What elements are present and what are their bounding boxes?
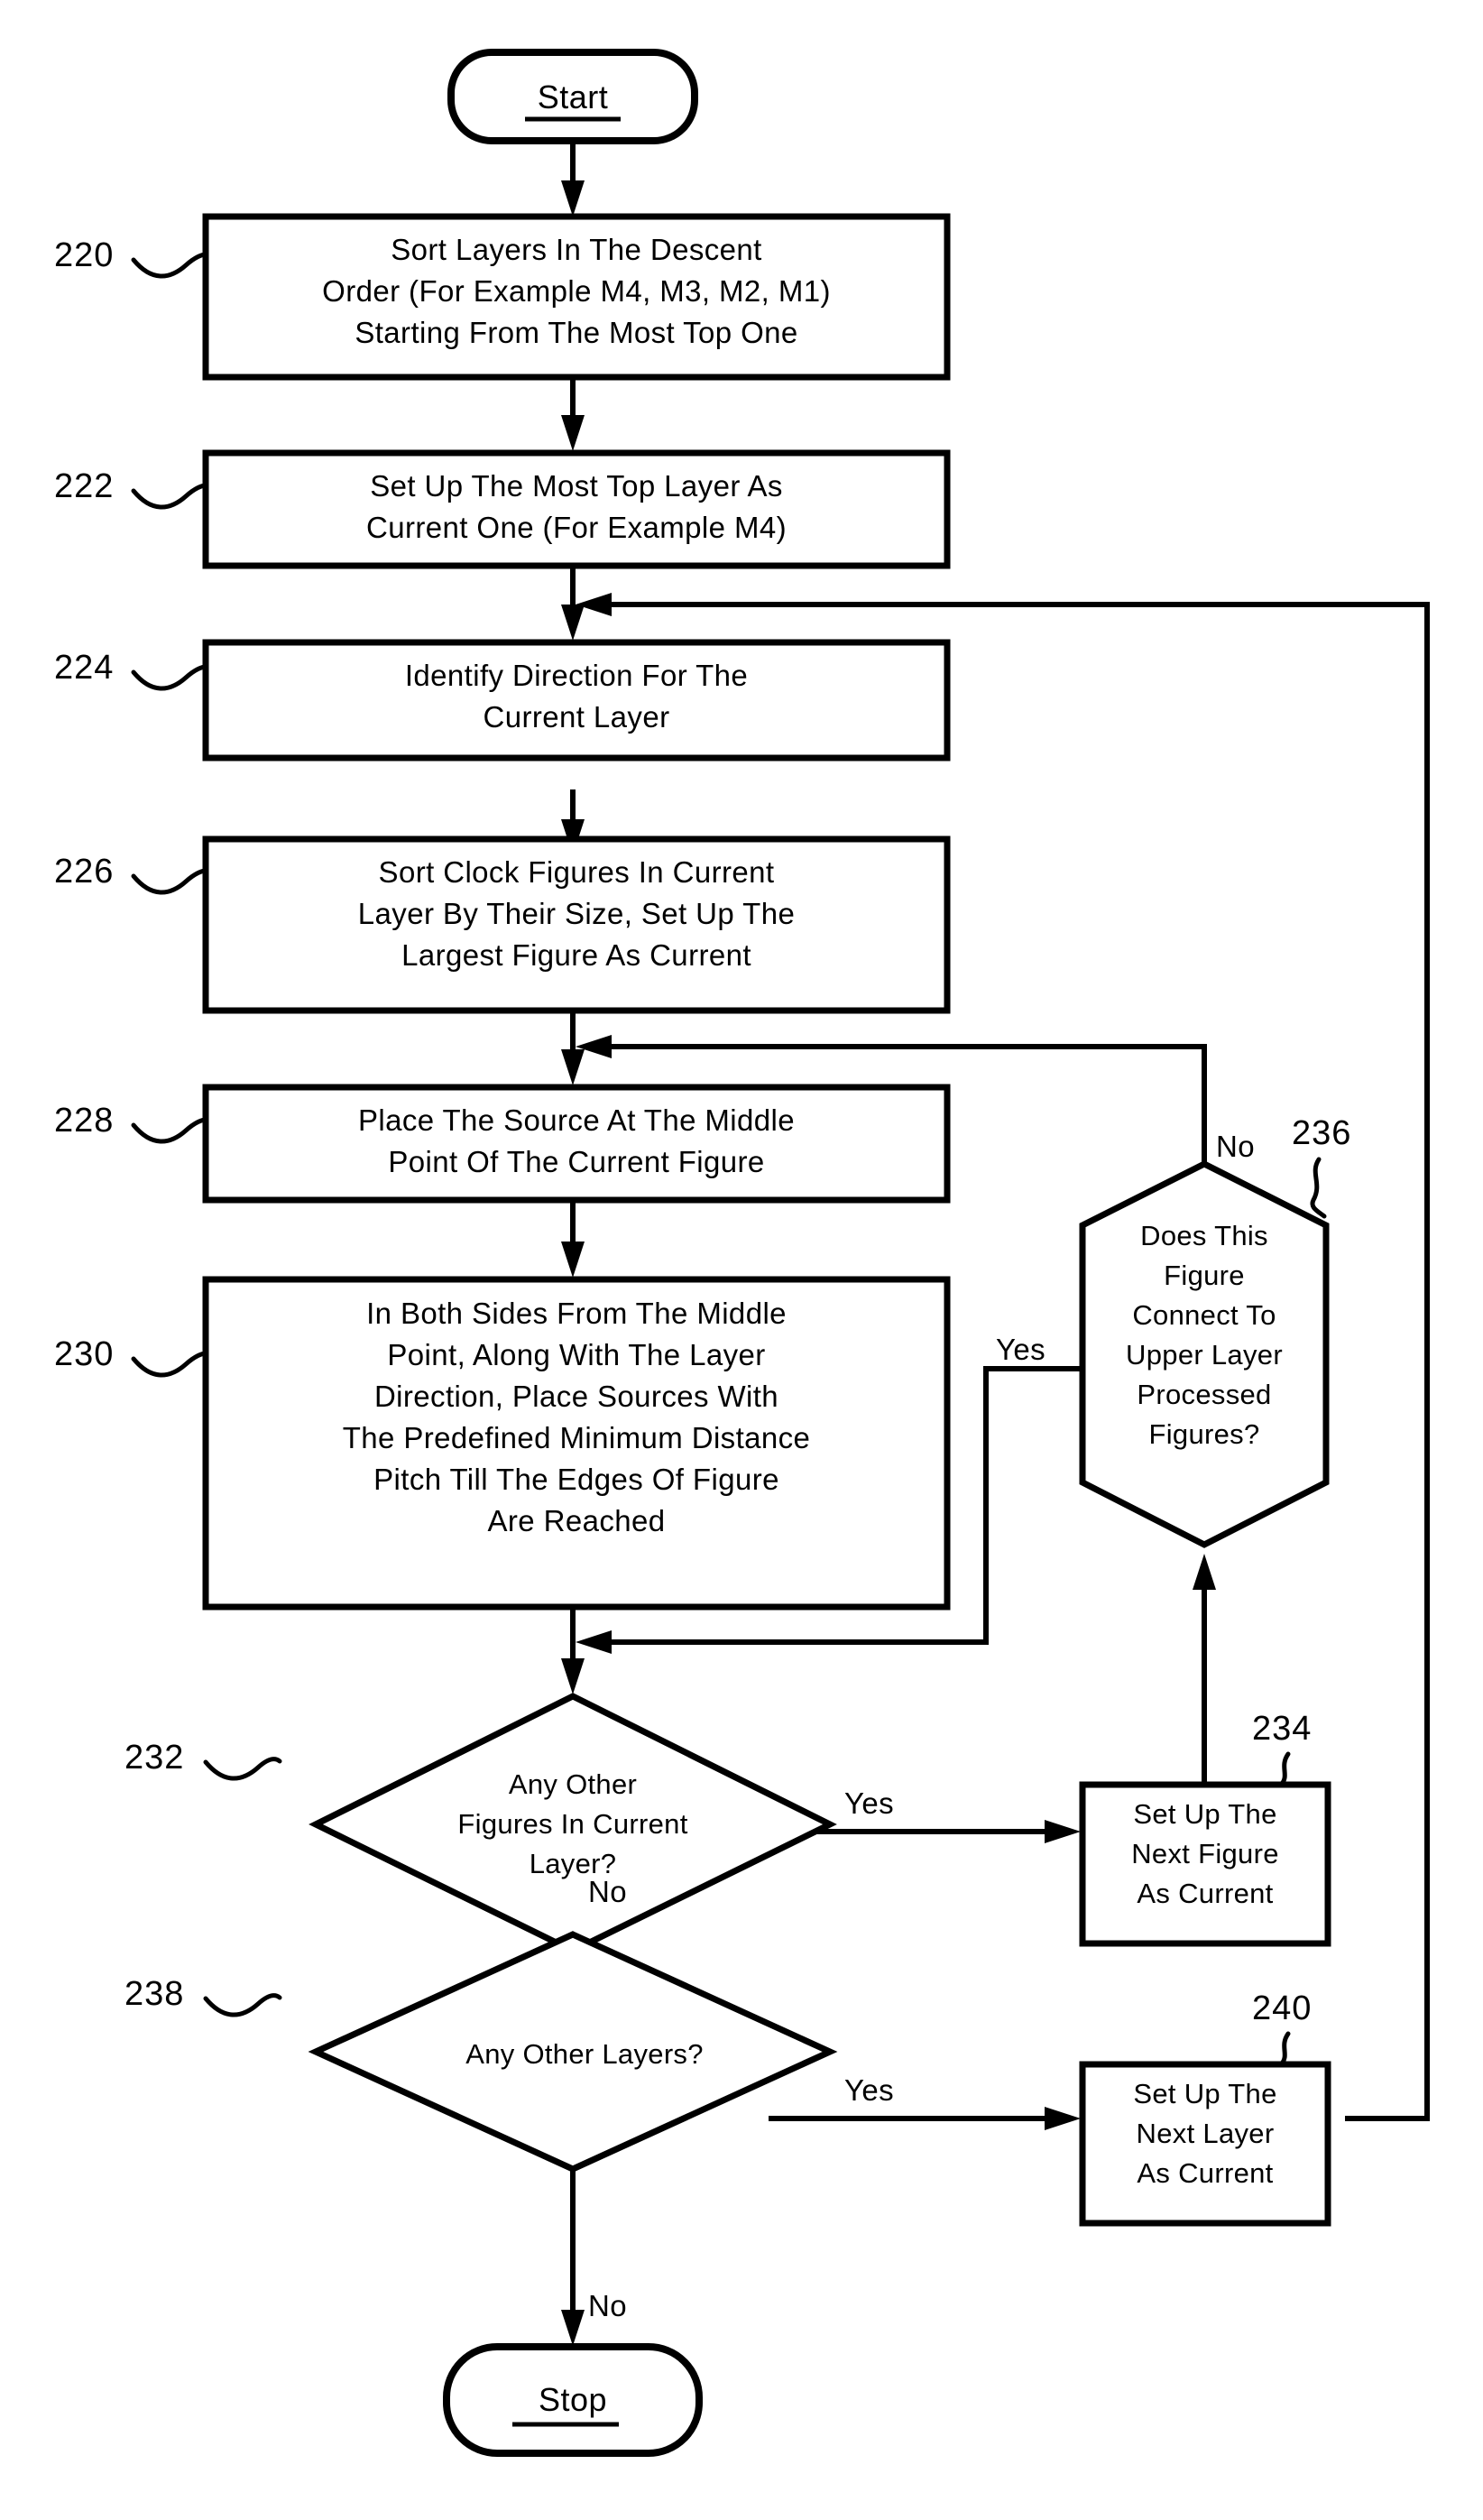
node-234: Set Up The Next Figure As Current [1079, 1781, 1331, 1947]
diamond-238-line-1: Any Other Layers? [465, 2038, 704, 2070]
ref-238-leader [203, 1993, 282, 2017]
node-222: Set Up The Most Top Layer As Current One… [202, 449, 951, 569]
box-234-line-1: Set Up The [1133, 1798, 1276, 1830]
flowchart-canvas: Start Sort Layers In The Descent Order (… [54, 49, 1430, 2457]
ref-236-number: 236 [1292, 1114, 1351, 1152]
arrowhead-232-yes-to-234 [1045, 1820, 1081, 1843]
node-240: Set Up The Next Layer As Current [1079, 2061, 1331, 2227]
arrowhead-238-no-to-stop [561, 2310, 585, 2346]
ref-220-leader [131, 252, 208, 279]
ref-224-leader [131, 664, 208, 691]
box-228-line-1: Place The Source At The Middle [358, 1103, 795, 1137]
hexagon-236-line-3: Connect To [1132, 1299, 1276, 1331]
arrowhead-236-yes-feedback [576, 1630, 612, 1654]
box-230-line-1: In Both Sides From The Middle [366, 1297, 787, 1330]
box-240-line-3: As Current [1137, 2157, 1273, 2189]
hexagon-236-line-6: Figures? [1148, 1418, 1259, 1450]
box-230-line-4: The Predefined Minimum Distance [343, 1421, 811, 1454]
node-220: Sort Layers In The Descent Order (For Ex… [202, 213, 951, 381]
hexagon-236-line-5: Processed [1137, 1379, 1271, 1410]
node-226: Sort Clock Figures In Current Layer By T… [202, 835, 951, 1014]
ref-234: 234 [1252, 1710, 1312, 1787]
box-226-line-1: Sort Clock Figures In Current [379, 855, 775, 889]
ref-232-leader [203, 1757, 282, 1781]
box-224-line-2: Current Layer [484, 700, 670, 734]
box-222-line-2: Current One (For Example M4) [366, 511, 787, 544]
arrowhead-226-to-228 [561, 1049, 585, 1085]
label-236-yes: Yes [996, 1333, 1045, 1366]
ref-222-leader [131, 483, 208, 510]
box-230-line-5: Pitch Till The Edges Of Figure [373, 1463, 779, 1496]
node-stop: Stop [443, 2343, 703, 2457]
ref-228-number: 228 [54, 1102, 114, 1140]
arrowhead-start-to-220 [561, 180, 585, 217]
ref-226-leader [131, 868, 208, 895]
arrowhead-228-to-230 [561, 1242, 585, 1278]
box-230-line-2: Point, Along With The Layer [387, 1338, 765, 1371]
box-230-line-6: Are Reached [487, 1504, 665, 1537]
label-232-yes: Yes [844, 1786, 894, 1820]
box-234-line-3: As Current [1137, 1878, 1273, 1909]
arrowhead-234-to-236 [1193, 1554, 1216, 1590]
box-234-line-2: Next Figure [1131, 1838, 1279, 1869]
node-230: In Both Sides From The Middle Point, Alo… [202, 1276, 951, 1611]
box-226-line-2: Layer By Their Size, Set Up The [358, 897, 795, 930]
label-236-no: No [1216, 1130, 1255, 1163]
ref-230: 230 [54, 1335, 208, 1378]
start-label: Start [538, 78, 609, 115]
ref-240: 240 [1252, 1989, 1312, 2067]
flowchart-figure: Start Sort Layers In The Descent Order (… [0, 0, 1483, 2520]
stop-label: Stop [539, 2381, 607, 2418]
ref-222-number: 222 [54, 467, 114, 505]
node-start: Start [447, 49, 698, 144]
node-238: Any Other Layers? [308, 1931, 838, 2173]
box-228-line-2: Point Of The Current Figure [388, 1145, 764, 1178]
node-232: Any Other Figures In Current Layer? [309, 1693, 837, 1954]
box-220-line-2: Order (For Example M4, M3, M2, M1) [322, 274, 831, 308]
hexagon-236-line-2: Figure [1164, 1260, 1245, 1291]
ref-240-leader [1278, 2031, 1291, 2067]
ref-238: 238 [124, 1975, 282, 2017]
ref-220-number: 220 [54, 236, 114, 274]
ref-236: 236 [1292, 1114, 1351, 1219]
label-238-yes: Yes [844, 2073, 894, 2107]
arrowhead-238-yes-to-240 [1045, 2107, 1081, 2130]
label-232-no: No [588, 1875, 627, 1908]
box-222-line-1: Set Up The Most Top Layer As [370, 469, 783, 503]
hexagon-236-line-4: Upper Layer [1126, 1339, 1283, 1371]
ref-234-leader [1278, 1751, 1291, 1787]
ref-222: 222 [54, 467, 208, 510]
diamond-232-line-1: Any Other [509, 1768, 637, 1800]
ref-238-number: 238 [124, 1975, 184, 2013]
hexagon-236-line-1: Does This [1140, 1220, 1268, 1251]
arrowhead-230-to-232 [561, 1658, 585, 1694]
label-238-no: No [588, 2289, 627, 2322]
box-226-line-3: Largest Figure As Current [401, 938, 751, 972]
box-224-line-1: Identify Direction For The [405, 659, 748, 692]
ref-234-number: 234 [1252, 1710, 1312, 1748]
box-240-line-2: Next Layer [1137, 2118, 1275, 2149]
diamond-232-line-2: Figures In Current [457, 1808, 687, 1840]
ref-232: 232 [124, 1739, 282, 1781]
box-230-line-3: Direction, Place Sources With [374, 1380, 778, 1413]
ref-226: 226 [54, 853, 208, 895]
ref-236-leader [1310, 1157, 1327, 1219]
ref-224-number: 224 [54, 649, 114, 687]
ref-230-number: 230 [54, 1335, 114, 1373]
ref-220: 220 [54, 236, 208, 279]
box-220-line-3: Starting From The Most Top One [355, 316, 797, 349]
ref-224: 224 [54, 649, 208, 691]
box-220-line-1: Sort Layers In The Descent [391, 233, 762, 266]
ref-240-number: 240 [1252, 1989, 1312, 2027]
ref-230-leader [131, 1351, 208, 1378]
arrowhead-222-to-224 [561, 605, 585, 641]
ref-226-number: 226 [54, 853, 114, 891]
node-224: Identify Direction For The Current Layer [202, 639, 951, 762]
ref-228: 228 [54, 1102, 208, 1144]
box-240-line-1: Set Up The [1133, 2078, 1276, 2109]
node-236: Does This Figure Connect To Upper Layer … [1079, 1160, 1330, 1548]
node-228: Place The Source At The Middle Point Of … [202, 1084, 951, 1204]
ref-232-number: 232 [124, 1739, 184, 1777]
ref-228-leader [131, 1117, 208, 1144]
